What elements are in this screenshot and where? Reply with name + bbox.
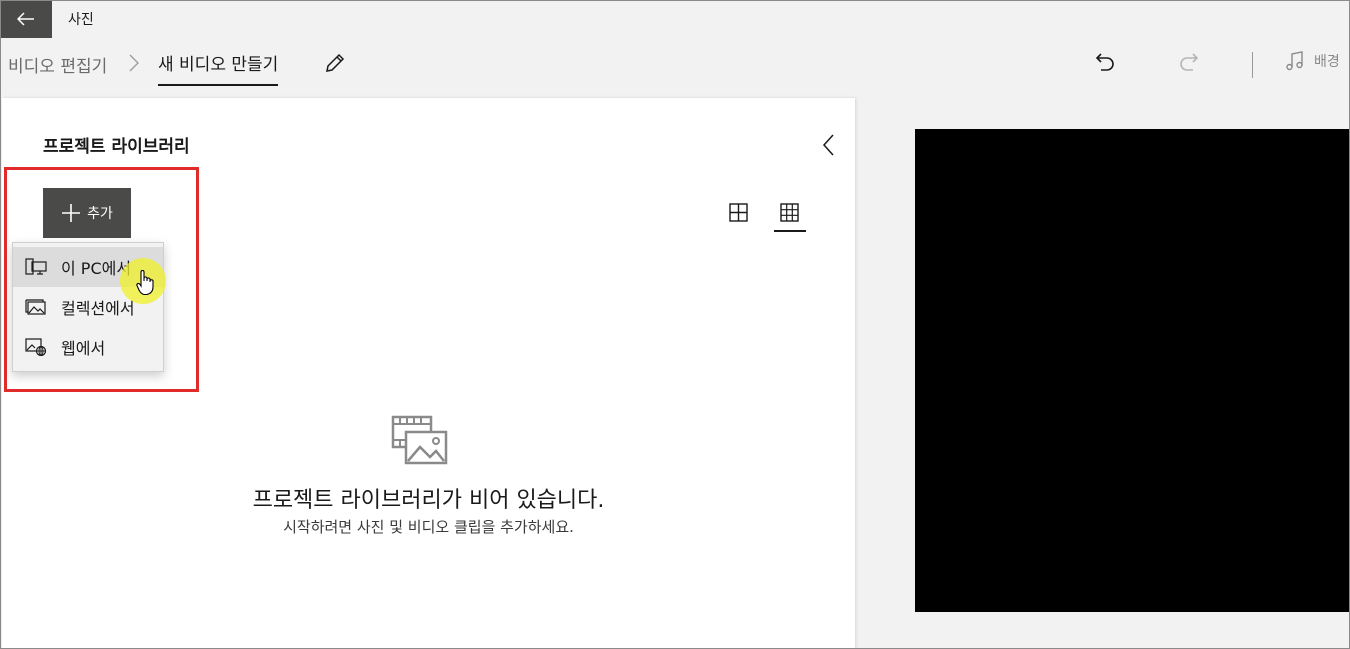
video-preview [915,129,1350,612]
back-button[interactable] [0,0,52,38]
photo-collection-icon [25,299,46,315]
plus-icon [62,204,81,222]
chevron-right-icon [129,54,139,72]
menu-item-from-web[interactable]: 웹에서 [13,327,163,367]
breadcrumb-new-video: 새 비디오 만들기 [158,50,279,86]
empty-library-icon [391,415,448,465]
redo-button[interactable] [1176,50,1202,76]
toolbar-divider [1252,52,1253,78]
large-thumbnail-view-button[interactable] [728,202,750,224]
small-thumbnail-view-button[interactable] [774,198,806,232]
grid-small-icon [780,203,799,222]
background-music-button[interactable]: 배경 [1284,50,1340,72]
background-music-label: 배경 [1314,54,1340,70]
project-library-panel: 프로젝트 라이브러리 추가 이 PC에서 컬렉션에서 웹에서 프로젝트 라이브러… [2,98,855,649]
rename-button[interactable] [322,50,348,76]
breadcrumb-bar: 비디오 편집기 새 비디오 만들기 배경 [0,38,1350,96]
undo-icon [1095,53,1114,71]
breadcrumb-video-editor[interactable]: 비디오 편집기 [8,52,107,77]
empty-state-title: 프로젝트 라이브러리가 비어 있습니다. [252,488,605,513]
library-title: 프로젝트 라이브러리 [43,137,190,157]
web-image-icon [25,338,47,356]
app-title: 사진 [68,12,94,28]
music-note-icon [1286,51,1303,71]
collapse-library-button[interactable] [818,132,840,158]
undo-button[interactable] [1092,50,1118,76]
chevron-left-icon [822,134,834,156]
arrow-left-icon [17,12,34,26]
grid-large-icon [729,203,748,222]
pencil-icon [326,53,345,72]
title-bar: 사진 [0,0,1350,38]
menu-item-label: 컬렉션에서 [61,299,135,318]
redo-icon [1180,53,1199,71]
add-button[interactable]: 추가 [43,188,131,238]
add-button-label: 추가 [87,206,113,222]
computer-icon [25,258,47,275]
hand-pointer-icon [136,270,154,296]
menu-item-label: 웹에서 [61,339,106,358]
empty-state-subtitle: 시작하려면 사진 및 비디오 클립을 추가하세요. [283,518,574,536]
